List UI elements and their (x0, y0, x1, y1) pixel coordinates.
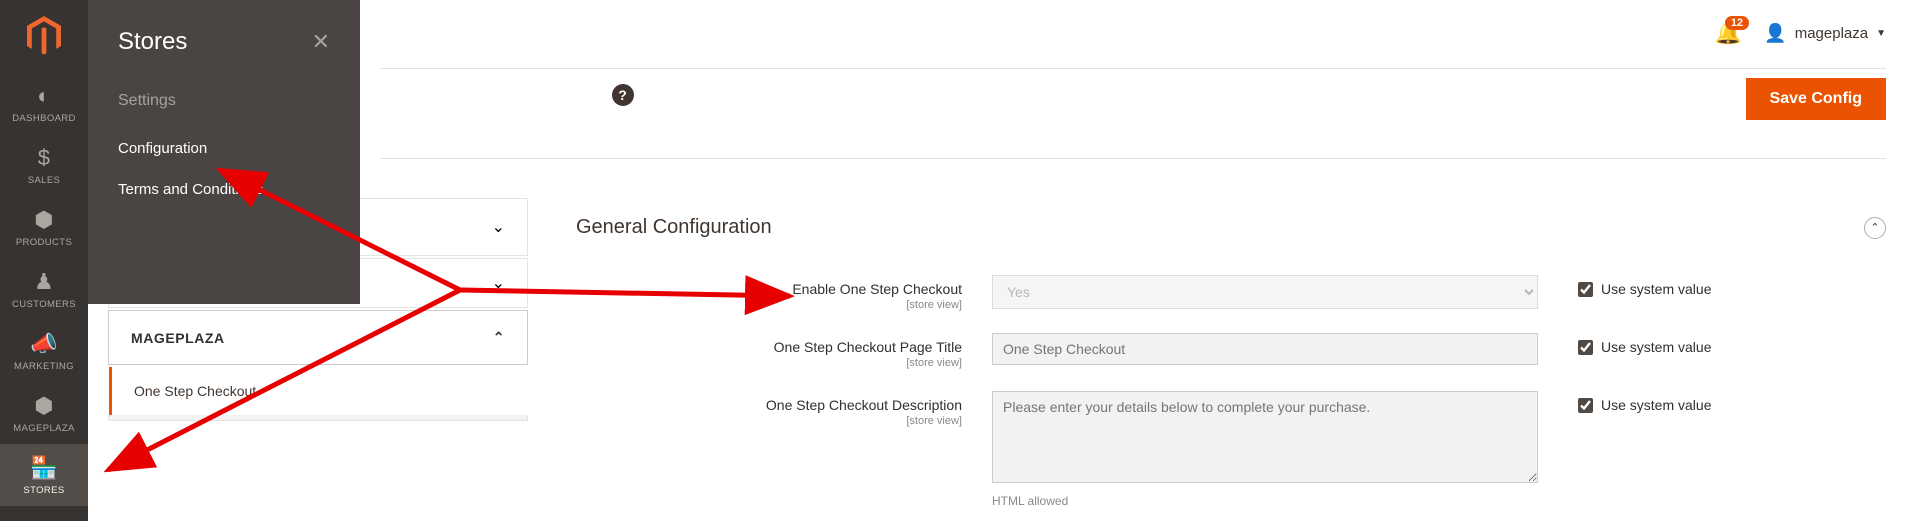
nav-marketing[interactable]: 📣 MARKETING (0, 320, 88, 382)
section-label: MAGEPLAZA (131, 330, 225, 346)
nav-label: MARKETING (14, 361, 74, 372)
caret-down-icon: ▼ (1876, 28, 1886, 39)
use-system-label: Use system value (1601, 397, 1711, 413)
save-config-button[interactable]: Save Config (1746, 78, 1886, 120)
megaphone-icon: 📣 (30, 331, 58, 357)
notif-badge: 12 (1725, 16, 1749, 30)
field-label-description: One Step Checkout Description [store vie… (576, 391, 992, 427)
nav-label: CUSTOMERS (12, 299, 76, 310)
divider (108, 415, 528, 421)
nav-label: DASHBOARD (12, 113, 76, 124)
store-icon: 🏪 (30, 455, 58, 481)
account-menu[interactable]: 👤 mageplaza ▼ (1764, 23, 1886, 44)
action-bar: ? Save Config (1746, 78, 1886, 120)
scope-text: [store view] (576, 299, 962, 311)
enable-select[interactable]: Yes (992, 275, 1538, 309)
divider (380, 68, 1886, 69)
use-system-description: Use system value (1538, 391, 1711, 413)
config-item-one-step-checkout[interactable]: One Step Checkout (109, 367, 528, 415)
nav-label: PRODUCTS (16, 237, 72, 248)
nav-label: MAGEPLAZA (13, 423, 75, 434)
admin-nav: ◐ DASHBOARD $ SALES ⬢ PRODUCTS ♟ CUSTOMERS 📣… (0, 0, 88, 521)
nav-label: STORES (23, 485, 64, 496)
config-section-mageplaza[interactable]: MAGEPLAZA ⌃ (108, 310, 528, 365)
close-icon[interactable]: ✕ (312, 29, 330, 55)
menu-terms-conditions[interactable]: Terms and Conditions (88, 169, 360, 210)
use-system-checkbox[interactable] (1578, 282, 1593, 297)
topbar: 🔔 12 👤 mageplaza ▼ (1715, 20, 1886, 46)
field-control-page-title (992, 333, 1538, 365)
menu-configuration[interactable]: Configuration (88, 128, 360, 169)
help-icon[interactable]: ? (612, 84, 634, 106)
dollar-icon: $ (38, 145, 51, 171)
field-control-enable: Yes (992, 275, 1538, 309)
flyout-section: Settings (88, 80, 360, 128)
scope-text: [store view] (576, 357, 962, 369)
use-system-label: Use system value (1601, 339, 1711, 355)
cube-icon: ⬢ (34, 393, 54, 419)
field-label-enable: Enable One Step Checkout [store view] (576, 275, 992, 311)
use-system-page-title: Use system value (1538, 333, 1711, 355)
nav-label: SALES (28, 175, 61, 186)
config-main: General Configuration ⌃ Enable One Step … (576, 216, 1886, 508)
magento-logo[interactable] (0, 0, 88, 72)
chevron-down-icon: ⌄ (492, 217, 505, 237)
cube-icon: ⬢ (34, 207, 54, 233)
nav-sales[interactable]: $ SALES (0, 134, 88, 196)
nav-dashboard[interactable]: ◐ DASHBOARD (0, 72, 88, 134)
field-label-page-title: One Step Checkout Page Title [store view… (576, 333, 992, 369)
field-control-description: HTML allowed (992, 391, 1538, 508)
description-textarea[interactable] (992, 391, 1538, 483)
nav-stores[interactable]: 🏪 STORES (0, 444, 88, 506)
gauge-icon: ◐ (37, 83, 51, 109)
use-system-enable: Use system value (1538, 275, 1711, 297)
notifications[interactable]: 🔔 12 (1715, 20, 1742, 46)
scope-text: [store view] (576, 415, 962, 427)
nav-products[interactable]: ⬢ PRODUCTS (0, 196, 88, 258)
label-text: One Step Checkout Page Title (774, 339, 962, 355)
avatar-icon: 👤 (1764, 23, 1786, 44)
username: mageplaza (1795, 25, 1868, 42)
use-system-label: Use system value (1601, 281, 1711, 297)
chevron-up-icon: ⌃ (493, 329, 505, 346)
group-title: General Configuration (576, 216, 772, 239)
flyout-title: Stores (118, 28, 187, 56)
use-system-checkbox[interactable] (1578, 398, 1593, 413)
nav-mageplaza[interactable]: ⬢ MAGEPLAZA (0, 382, 88, 444)
label-text: One Step Checkout Description (766, 397, 962, 413)
stores-flyout: Stores ✕ Settings Configuration Terms an… (88, 0, 360, 304)
nav-customers[interactable]: ♟ CUSTOMERS (0, 258, 88, 320)
chevron-down-icon: ⌄ (492, 273, 505, 293)
page-title-input[interactable] (992, 333, 1538, 365)
collapse-icon[interactable]: ⌃ (1864, 217, 1886, 239)
person-icon: ♟ (34, 269, 54, 295)
field-hint: HTML allowed (992, 494, 1538, 508)
group-header[interactable]: General Configuration ⌃ (576, 216, 1886, 275)
label-text: Enable One Step Checkout (792, 281, 962, 297)
divider (380, 158, 1886, 159)
use-system-checkbox[interactable] (1578, 340, 1593, 355)
